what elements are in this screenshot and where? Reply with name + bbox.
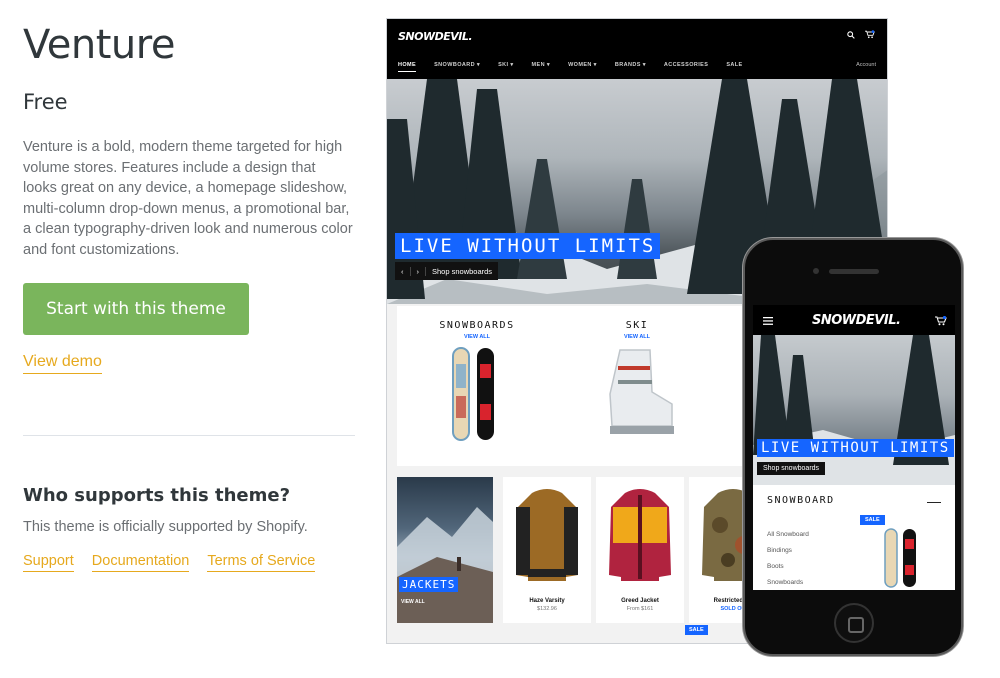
hero-title: LIVE WITHOUT LIMITS: [757, 439, 954, 457]
category-snowboards[interactable]: SNOWBOARDS VIEW ALL: [417, 320, 537, 449]
support-heading: Who supports this theme?: [23, 485, 291, 506]
support-text: This theme is officially supported by Sh…: [23, 519, 308, 535]
hero-title: LIVE WITHOUT LIMITS: [395, 233, 661, 259]
list-item[interactable]: All Snowboard: [767, 531, 809, 547]
header-icons: [847, 30, 875, 39]
mobile-hero: LIVE WITHOUT LIMITS Shop snowboards: [753, 335, 955, 485]
product-card[interactable]: Haze Varsity $132.96: [503, 477, 591, 623]
search-icon: [847, 30, 855, 39]
hero-controls: ‹ › Shop snowboards: [395, 262, 499, 280]
mobile-header: SNOWDEVIL.: [753, 305, 955, 335]
store-logo: SNOWDEVIL.: [398, 30, 473, 43]
category-title: SNOWBOARDS: [439, 320, 515, 331]
divider: [23, 435, 355, 436]
hero-next-button[interactable]: ›: [411, 266, 426, 276]
category-title: SKI: [625, 320, 649, 331]
nav-item-men[interactable]: MEN ▾: [532, 62, 551, 72]
nav-item-brands[interactable]: BRANDS ▾: [615, 62, 646, 72]
collapse-icon[interactable]: —: [927, 493, 941, 509]
theme-description: Venture is a bold, modern theme targeted…: [23, 139, 353, 258]
view-all-link[interactable]: VIEW ALL: [417, 334, 537, 340]
collection-title: JACKETS: [399, 577, 459, 592]
snowboard-image: [452, 347, 494, 441]
nav-item-women[interactable]: WOMEN ▾: [568, 62, 597, 72]
start-with-theme-button[interactable]: Start with this theme: [23, 283, 249, 335]
product-price: $132.96: [537, 606, 557, 612]
shop-snowboards-button[interactable]: Shop snowboards: [426, 267, 498, 276]
cart-icon: [865, 30, 875, 39]
support-link[interactable]: Support: [23, 553, 74, 572]
list-item[interactable]: Boots: [767, 563, 809, 579]
snowboard-image: [884, 528, 916, 588]
home-button: [834, 603, 874, 643]
nav-item-sale[interactable]: SALE: [726, 62, 742, 72]
account-link[interactable]: Account: [856, 62, 876, 68]
nav-item-home[interactable]: HOME: [398, 62, 417, 72]
store-header: SNOWDEVIL. HOME SNOWBOARD ▾ SKI ▾ MEN ▾ …: [387, 19, 887, 79]
menu-icon[interactable]: [763, 317, 773, 325]
sale-badge: SALE: [860, 515, 885, 525]
jacket-image: [516, 489, 578, 581]
sale-badge: SALE: [685, 625, 708, 635]
support-links: Support Documentation Terms of Service: [23, 553, 316, 572]
product-price: From $161: [626, 606, 654, 612]
nav-item-snowboard[interactable]: SNOWBOARD ▾: [434, 62, 480, 72]
phone-camera: [813, 268, 819, 274]
product-card[interactable]: Greed Jacket From $161: [596, 477, 684, 623]
theme-price: Free: [23, 90, 68, 114]
mobile-category-panel: SNOWBOARD — SALE All Snowboard Bindings …: [761, 489, 947, 590]
nav-item-ski[interactable]: SKI ▾: [498, 62, 513, 72]
documentation-link[interactable]: Documentation: [91, 553, 190, 572]
ski-boot-image: [609, 349, 674, 434]
view-all-link[interactable]: VIEW ALL: [577, 334, 697, 340]
view-all-link[interactable]: VIEW ALL: [401, 599, 425, 605]
collection-tile-jackets[interactable]: JACKETS VIEW ALL: [397, 477, 493, 623]
shop-snowboards-button[interactable]: Shop snowboards: [757, 462, 826, 475]
featured-categories: SNOWBOARDS VIEW ALL SKI VIEW ALL: [397, 306, 757, 466]
list-item[interactable]: Bindings: [767, 547, 809, 563]
product-name: Haze Varsity: [529, 598, 565, 604]
theme-title: Venture: [23, 22, 175, 68]
phone-screen: SNOWDEVIL. LIVE WITHOUT LIMITS Shop snow…: [753, 305, 955, 590]
list-item[interactable]: Snowboards: [767, 579, 809, 590]
mobile-preview: SNOWDEVIL. LIVE WITHOUT LIMITS Shop snow…: [743, 238, 963, 656]
phone-speaker: [829, 269, 879, 274]
category-ski[interactable]: SKI VIEW ALL: [577, 320, 697, 449]
main-nav: HOME SNOWBOARD ▾ SKI ▾ MEN ▾ WOMEN ▾ BRA…: [398, 62, 743, 72]
nav-item-accessories[interactable]: ACCESSORIES: [664, 62, 708, 72]
category-title: SNOWBOARD: [767, 495, 835, 506]
view-demo-link[interactable]: View demo: [23, 353, 102, 374]
hero-prev-button[interactable]: ‹: [395, 266, 411, 276]
store-logo: SNOWDEVIL.: [812, 313, 901, 328]
jacket-image: [609, 489, 671, 581]
terms-of-service-link[interactable]: Terms of Service: [207, 553, 316, 572]
cart-icon[interactable]: [935, 316, 947, 326]
category-list: All Snowboard Bindings Boots Snowboards: [767, 531, 809, 590]
product-name: Greed Jacket: [621, 598, 659, 604]
